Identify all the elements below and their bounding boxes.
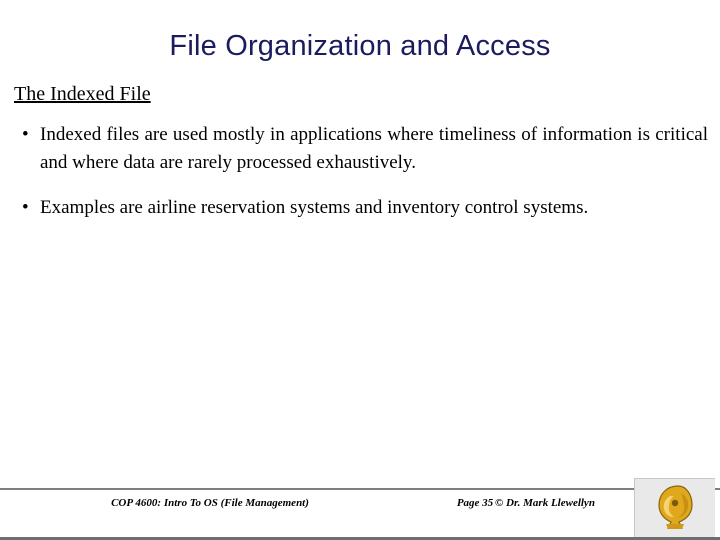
slide-body: The Indexed File • Indexed files are use… [14, 82, 708, 240]
footer-divider-top [0, 488, 720, 490]
bullet-list: • Indexed files are used mostly in appli… [14, 121, 708, 222]
list-item: • Examples are airline reservation syste… [14, 194, 708, 222]
list-item-text: Examples are airline reservation systems… [40, 197, 589, 219]
bullet-marker-icon: • [22, 197, 29, 219]
list-item-text: Indexed files are used mostly in applica… [40, 124, 708, 173]
slide-footer: COP 4600: Intro To OS (File Management) … [0, 488, 720, 540]
footer-row: COP 4600: Intro To OS (File Management) … [0, 497, 660, 509]
page-title: File Organization and Access [169, 30, 551, 62]
ucf-pegasus-logo-icon [658, 485, 693, 529]
section-subheading: The Indexed File [14, 83, 151, 105]
footer-course-text: COP 4600: Intro To OS (File Management) [111, 497, 309, 509]
footer-author-text: © Dr. Mark Llewellyn [495, 497, 595, 509]
bullet-marker-icon: • [22, 124, 29, 145]
slide: File Organization and Access The Indexed… [0, 0, 720, 540]
list-item: • Indexed files are used mostly in appli… [14, 121, 708, 176]
footer-logo [634, 478, 715, 537]
